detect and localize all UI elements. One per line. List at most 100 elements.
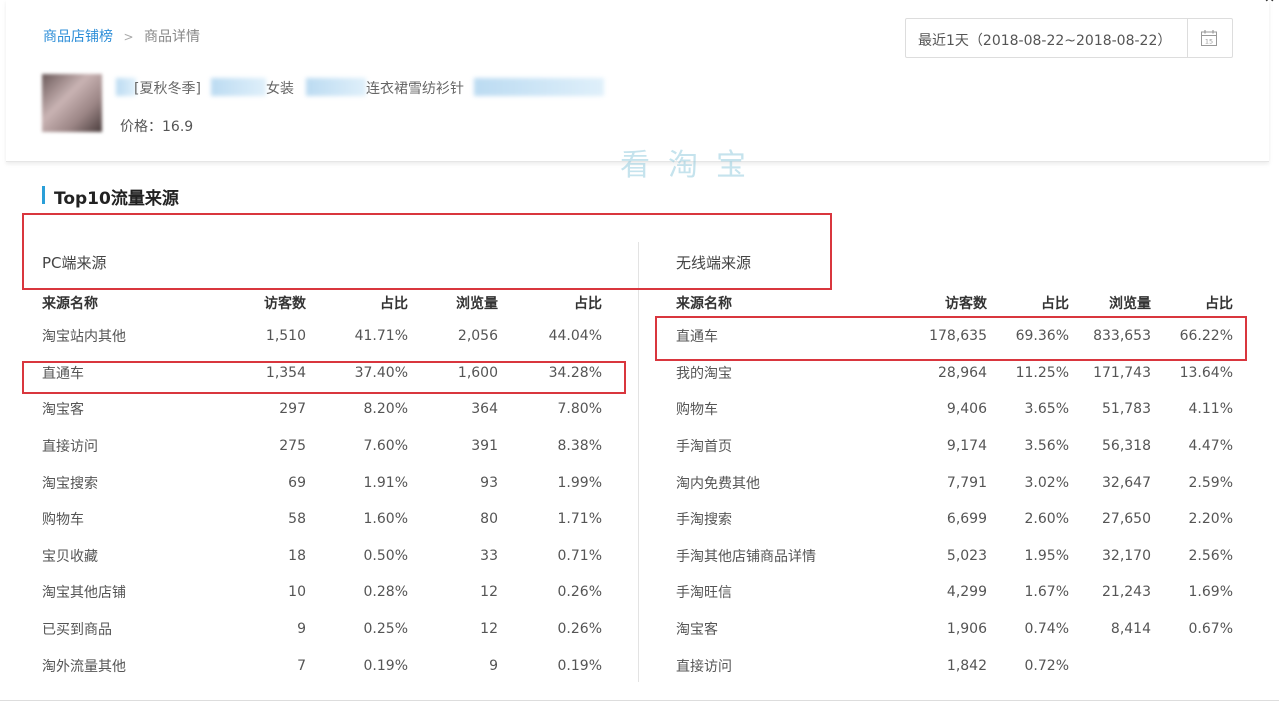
watermark: 看淘宝 <box>620 148 764 183</box>
cell-pageviews <box>1069 647 1151 684</box>
cell-visitors: 275 <box>279 438 306 455</box>
blurred-segment <box>306 78 366 96</box>
cell-visitor-share: 3.65% <box>1024 401 1069 418</box>
table-row: 手淘其他店铺商品详情 5,023 1.95% 32,170 2.56% <box>676 538 1233 575</box>
cell-pageview-share: 0.67% <box>1188 621 1233 638</box>
cell-source-name[interactable]: 已买到商品 <box>42 611 222 648</box>
blurred-segment <box>474 78 604 96</box>
cell-pageviews: 27,650 <box>1102 511 1151 528</box>
date-range-picker[interactable]: 最近1天（2018-08-22~2018-08-22） 15 <box>905 18 1233 58</box>
table-row: 购物车 58 1.60% 80 1.71% <box>42 501 602 538</box>
product-price: 价格：16.9 <box>120 119 194 135</box>
cell-pageview-share: 2.56% <box>1188 547 1233 564</box>
cell-visitors: 69 <box>288 474 306 491</box>
cell-source-name[interactable]: 淘宝搜索 <box>42 464 222 501</box>
cell-source-name[interactable]: 直接访问 <box>676 647 876 684</box>
product-title-fragment: 连衣裙雪纺衫针 <box>366 81 464 97</box>
highlight-box-source-titles <box>22 213 832 290</box>
table-row: 淘宝其他店铺 10 0.28% 12 0.26% <box>42 574 602 611</box>
table-row: 手淘首页 9,174 3.56% 56,318 4.47% <box>676 428 1233 465</box>
product-thumbnail[interactable] <box>42 74 102 132</box>
cell-visitors: 1,842 <box>946 657 987 674</box>
col-header-pageview-share: 占比 <box>574 296 602 312</box>
cell-visitors: 6,699 <box>946 511 987 528</box>
cell-source-name[interactable]: 淘内免费其他 <box>676 464 876 501</box>
cell-pageview-share: 4.11% <box>1188 401 1233 418</box>
chevron-up-icon[interactable]: ⌃ <box>1262 0 1277 15</box>
cell-visitors: 4,299 <box>946 584 987 601</box>
cell-visitors: 9,406 <box>946 401 987 418</box>
cell-pageviews: 33 <box>480 547 498 564</box>
date-range-label: 最近1天（2018-08-22~2018-08-22） <box>918 33 1172 49</box>
cell-visitor-share: 0.72% <box>1024 657 1069 674</box>
highlight-box-wireless-ztc-row <box>655 316 1247 361</box>
cell-source-name[interactable]: 淘宝客 <box>42 391 222 428</box>
calendar-day: 15 <box>1205 38 1213 46</box>
blurred-segment <box>116 78 136 96</box>
breadcrumb-link-shop-rank[interactable]: 商品店铺榜 <box>43 29 113 45</box>
section-title-text: Top10流量来源 <box>54 189 179 209</box>
table-row: 淘内免费其他 7,791 3.02% 32,647 2.59% <box>676 464 1233 501</box>
pc-source-table: 来源名称 访客数 占比 浏览量 占比 淘宝站内其他 1,510 41.71% 2,05… <box>42 288 602 684</box>
cell-pageview-share: 7.80% <box>557 401 602 418</box>
col-header-visitors: 访客数 <box>264 296 306 312</box>
cell-pageviews: 56,318 <box>1102 438 1151 455</box>
col-header-pageviews: 浏览量 <box>456 296 498 312</box>
cell-visitor-share: 7.60% <box>363 438 408 455</box>
cell-source-name[interactable]: 淘宝客 <box>676 611 876 648</box>
cell-pageviews: 2,056 <box>457 328 498 345</box>
cell-source-name[interactable]: 直接访问 <box>42 428 222 465</box>
table-row: 淘宝客 297 8.20% 364 7.80% <box>42 391 602 428</box>
calendar-icon[interactable]: 15 <box>1200 29 1218 47</box>
cell-source-name[interactable]: 淘宝其他店铺 <box>42 574 222 611</box>
cell-visitor-share: 0.25% <box>363 621 408 638</box>
product-title[interactable]: [夏秋冬季] 女装 连衣裙雪纺衫针 <box>116 78 616 98</box>
cell-source-name[interactable]: 手淘首页 <box>676 428 876 465</box>
cell-visitor-share: 0.28% <box>363 584 408 601</box>
cell-pageview-share: 0.26% <box>557 621 602 638</box>
cell-visitor-share: 1.91% <box>363 474 408 491</box>
cell-visitor-share: 0.74% <box>1024 621 1069 638</box>
cell-source-name[interactable]: 购物车 <box>676 391 876 428</box>
cell-source-name[interactable]: 购物车 <box>42 501 222 538</box>
breadcrumb: 商品店铺榜 > 商品详情 <box>43 26 200 46</box>
cell-visitor-share: 1.60% <box>363 511 408 528</box>
cell-pageviews: 9 <box>489 657 498 674</box>
cell-source-name[interactable]: 手淘搜索 <box>676 501 876 538</box>
cell-source-name[interactable]: 淘宝站内其他 <box>42 318 222 355</box>
cell-visitor-share: 1.95% <box>1024 547 1069 564</box>
cell-pageview-share <box>1151 647 1233 684</box>
cell-pageview-share: 1.69% <box>1188 584 1233 601</box>
cell-pageview-share: 0.71% <box>557 547 602 564</box>
cell-source-name[interactable]: 手淘其他店铺商品详情 <box>676 538 876 575</box>
cell-pageviews: 32,170 <box>1102 547 1151 564</box>
cell-visitor-share: 0.19% <box>363 657 408 674</box>
col-header-visitors: 访客数 <box>945 296 987 312</box>
cell-source-name[interactable]: 宝贝收藏 <box>42 538 222 575</box>
cell-pageviews: 80 <box>480 511 498 528</box>
highlight-box-pc-ztc-row <box>22 361 626 394</box>
cell-pageviews: 12 <box>480 584 498 601</box>
table-row: 手淘搜索 6,699 2.60% 27,650 2.20% <box>676 501 1233 538</box>
cell-visitor-share: 3.56% <box>1024 438 1069 455</box>
cell-source-name[interactable]: 手淘旺信 <box>676 574 876 611</box>
col-header-visitor-share: 占比 <box>380 296 408 312</box>
cell-visitors: 10 <box>288 584 306 601</box>
cell-source-name[interactable]: 淘外流量其他 <box>42 647 222 684</box>
cell-visitor-share: 1.67% <box>1024 584 1069 601</box>
table-row: 宝贝收藏 18 0.50% 33 0.71% <box>42 538 602 575</box>
col-header-source-name: 来源名称 <box>676 296 732 312</box>
cell-visitor-share: 41.71% <box>354 328 408 345</box>
cell-pageview-share: 4.47% <box>1188 438 1233 455</box>
col-header-pageviews: 浏览量 <box>1109 296 1151 312</box>
bottom-edge <box>0 700 1279 708</box>
cell-pageview-share: 0.19% <box>557 657 602 674</box>
table-row: 直接访问 1,842 0.72% <box>676 647 1233 684</box>
cell-visitors: 1,906 <box>946 621 987 638</box>
table-row: 淘宝搜索 69 1.91% 93 1.99% <box>42 464 602 501</box>
cell-pageview-share: 1.99% <box>557 474 602 491</box>
cell-visitors: 7,791 <box>946 474 987 491</box>
table-row: 直接访问 275 7.60% 391 8.38% <box>42 428 602 465</box>
col-header-source-name: 来源名称 <box>42 296 98 312</box>
product-header-card: 商品店铺榜 > 商品详情 [夏秋冬季] 女装 连衣裙雪纺衫针 价格：16.9 最… <box>6 0 1269 162</box>
